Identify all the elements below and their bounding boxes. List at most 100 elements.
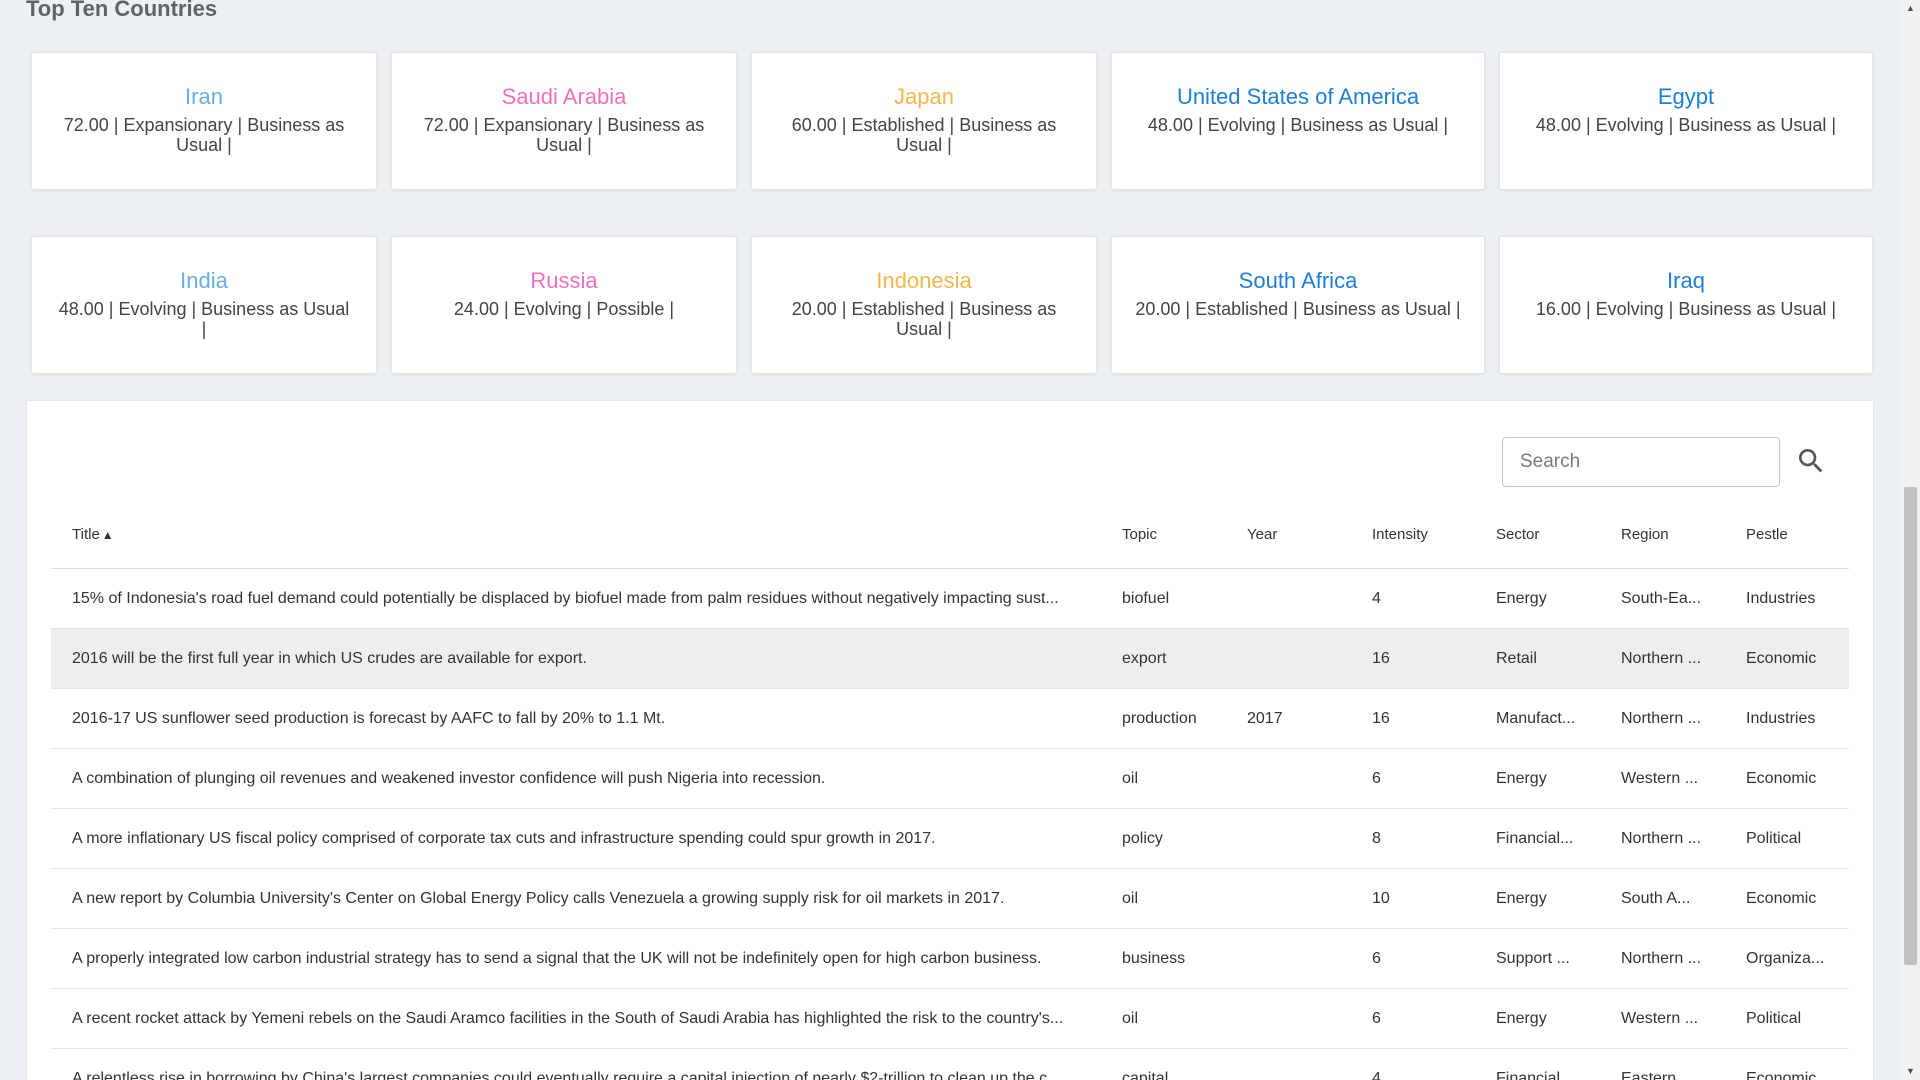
country-card[interactable]: Russia 24.00 | Evolving | Possible | <box>391 236 737 374</box>
cell-title: 2016 will be the first full year in whic… <box>72 650 587 667</box>
country-card[interactable]: United States of America 48.00 | Evolvin… <box>1111 52 1485 190</box>
column-header-region[interactable]: Region <box>1621 513 1669 568</box>
cell-title: A new report by Columbia University's Ce… <box>72 890 1005 907</box>
country-card[interactable]: South Africa 20.00 | Established | Busin… <box>1111 236 1485 374</box>
cell-intensity: 6 <box>1372 950 1381 967</box>
table-row[interactable]: A relentless rise in borrowing by China'… <box>51 1049 1849 1080</box>
country-name: United States of America <box>1176 84 1420 109</box>
cell-intensity: 16 <box>1372 650 1390 667</box>
country-name: India <box>180 268 228 293</box>
column-header-pestle[interactable]: Pestle <box>1746 513 1788 568</box>
cell-pestle: Industries <box>1746 590 1816 607</box>
table-row[interactable]: 2016 will be the first full year in whic… <box>51 629 1849 689</box>
country-stats: 48.00 | Evolving | Business as Usual | <box>1535 115 1837 135</box>
cell-topic: production <box>1122 710 1197 727</box>
cell-topic: oil <box>1122 1010 1139 1027</box>
cell-intensity: 4 <box>1372 590 1381 607</box>
table-row[interactable]: A recent rocket attack by Yemeni rebels … <box>51 989 1849 1049</box>
country-stats: 20.00 | Established | Business as Usual … <box>1135 299 1461 319</box>
cell-title: A relentless rise in borrowing by China'… <box>72 1070 1061 1080</box>
country-name: Iraq <box>1667 268 1705 293</box>
cell-region: Eastern ... <box>1621 1070 1694 1080</box>
sort-ascending-icon: ▲ <box>101 528 114 542</box>
cell-pestle: Economic <box>1746 1070 1817 1080</box>
cell-region: Northern ... <box>1621 830 1702 847</box>
table-row[interactable]: A properly integrated low carbon industr… <box>51 929 1849 989</box>
cell-intensity: 6 <box>1372 770 1381 787</box>
column-header-sector[interactable]: Sector <box>1496 513 1539 568</box>
cell-topic: export <box>1122 650 1167 667</box>
country-stats: 48.00 | Evolving | Business as Usual | <box>1147 115 1449 135</box>
country-name: Russia <box>530 268 598 293</box>
cell-sector: Energy <box>1496 590 1547 607</box>
cell-pestle: Organiza... <box>1746 950 1825 967</box>
table-row[interactable]: A new report by Columbia University's Ce… <box>51 869 1849 929</box>
country-card[interactable]: Iraq 16.00 | Evolving | Business as Usua… <box>1499 236 1873 374</box>
country-name: Saudi Arabia <box>501 84 627 109</box>
country-stats: 72.00 | Expansionary | Business as Usual… <box>423 115 705 155</box>
cell-region: Northern ... <box>1621 710 1702 727</box>
search-input[interactable] <box>1502 437 1780 487</box>
cell-intensity: 6 <box>1372 1010 1381 1027</box>
page-scrollbar[interactable]: ▲ ▼ <box>1901 0 1920 1080</box>
cell-sector: Manufact... <box>1496 710 1576 727</box>
cell-topic: oil <box>1122 770 1139 787</box>
cell-pestle: Industries <box>1746 710 1816 727</box>
country-card[interactable]: Iran 72.00 | Expansionary | Business as … <box>31 52 377 190</box>
cell-topic: biofuel <box>1122 590 1170 607</box>
column-header-intensity[interactable]: Intensity <box>1372 513 1428 568</box>
table-row[interactable]: A more inflationary US fiscal policy com… <box>51 809 1849 869</box>
table-row[interactable]: 2016-17 US sunflower seed production is … <box>51 689 1849 749</box>
table-row[interactable]: 15% of Indonesia's road fuel demand coul… <box>51 569 1849 629</box>
cell-sector: Financial... <box>1496 1070 1574 1080</box>
country-stats: 16.00 | Evolving | Business as Usual | <box>1535 299 1837 319</box>
table-header: Title ▲ Topic Year Intensity Sector Regio… <box>51 513 1849 569</box>
cell-title: 15% of Indonesia's road fuel demand coul… <box>72 590 1059 607</box>
country-card[interactable]: Egypt 48.00 | Evolving | Business as Usu… <box>1499 52 1873 190</box>
country-stats: 60.00 | Established | Business as Usual … <box>791 115 1057 155</box>
search-icon[interactable] <box>1795 445 1827 477</box>
country-card[interactable]: India 48.00 | Evolving | Business as Usu… <box>31 236 377 374</box>
cell-pestle: Political <box>1746 830 1802 847</box>
scroll-up-icon[interactable]: ▲ <box>1901 0 1920 17</box>
cell-region: Western ... <box>1621 770 1699 787</box>
cell-topic: oil <box>1122 890 1139 907</box>
country-stats: 72.00 | Expansionary | Business as Usual… <box>63 115 345 155</box>
cell-intensity: 16 <box>1372 710 1390 727</box>
country-card[interactable]: Indonesia 20.00 | Established | Business… <box>751 236 1097 374</box>
country-cards-row-1: Iran 72.00 | Expansionary | Business as … <box>31 52 1873 190</box>
dashboard-page: Top Ten Countries Iran 72.00 | Expansion… <box>0 0 1920 1080</box>
cell-sector: Energy <box>1496 770 1547 787</box>
column-header-label: Title <box>72 526 100 543</box>
country-name: Iran <box>185 84 223 109</box>
scrollbar-thumb[interactable] <box>1904 487 1917 965</box>
column-header-topic[interactable]: Topic <box>1122 513 1157 568</box>
cell-pestle: Economic <box>1746 650 1817 667</box>
cell-pestle: Political <box>1746 1010 1802 1027</box>
cell-region: South A... <box>1621 890 1691 907</box>
column-header-year[interactable]: Year <box>1247 513 1277 568</box>
cell-region: Northern ... <box>1621 950 1702 967</box>
cell-pestle: Economic <box>1746 770 1817 787</box>
country-card[interactable]: Saudi Arabia 72.00 | Expansionary | Busi… <box>391 52 737 190</box>
cell-sector: Retail <box>1496 650 1537 667</box>
cell-region: South-Ea... <box>1621 590 1702 607</box>
cell-title: 2016-17 US sunflower seed production is … <box>72 710 666 727</box>
country-card[interactable]: Japan 60.00 | Established | Business as … <box>751 52 1097 190</box>
country-cards-row-2: India 48.00 | Evolving | Business as Usu… <box>31 236 1873 374</box>
cell-intensity: 10 <box>1372 890 1390 907</box>
table-row[interactable]: A combination of plunging oil revenues a… <box>51 749 1849 809</box>
cell-region: Northern ... <box>1621 650 1702 667</box>
cell-intensity: 8 <box>1372 830 1381 847</box>
scroll-down-icon[interactable]: ▼ <box>1901 1063 1920 1080</box>
country-stats: 48.00 | Evolving | Business as Usual | <box>58 299 350 339</box>
cell-region: Western ... <box>1621 1010 1699 1027</box>
section-title: Top Ten Countries <box>26 0 218 21</box>
country-stats: 24.00 | Evolving | Possible | <box>453 299 675 319</box>
cell-pestle: Economic <box>1746 890 1817 907</box>
column-header-title[interactable]: Title ▲ <box>72 513 114 568</box>
data-table-panel: Title▲ Topic Year Intensity Sector Regio… <box>26 400 1874 1080</box>
cell-year: 2017 <box>1247 710 1283 727</box>
country-stats: 20.00 | Established | Business as Usual … <box>791 299 1057 339</box>
cell-title: A more inflationary US fiscal policy com… <box>72 830 936 847</box>
